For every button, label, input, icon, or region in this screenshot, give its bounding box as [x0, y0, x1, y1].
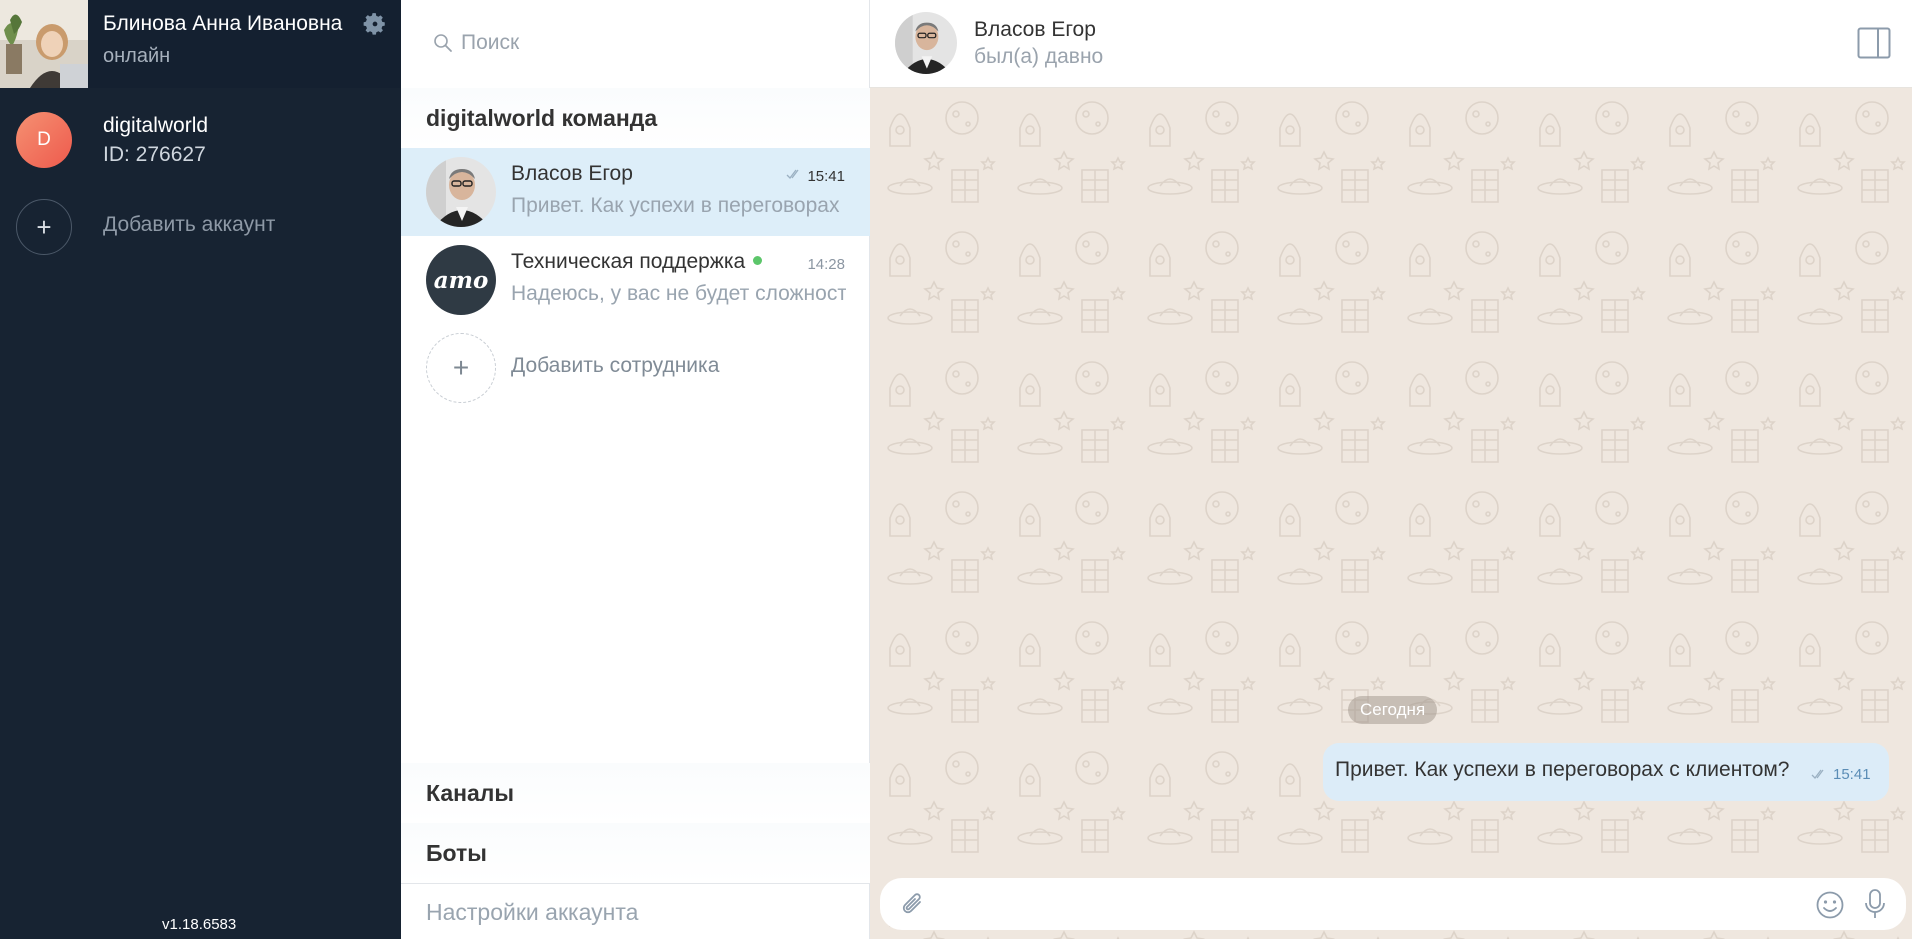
add-account-button[interactable]: + Добавить аккаунт — [0, 197, 401, 281]
account-id: ID: 276627 — [103, 143, 206, 166]
conversation-header: Власов Егор был(а) давно — [870, 0, 1912, 88]
message-bubble-outgoing[interactable]: Привет. Как успехи в переговорах с клиен… — [1323, 743, 1889, 801]
chat-time: 15:41 — [807, 168, 845, 185]
double-check-icon — [786, 169, 799, 179]
app-version: v1.18.6583 — [162, 916, 237, 933]
chat-list-panel: digitalworld команда Власов Егор 15:41 П… — [401, 0, 870, 939]
chat-name: Техническая поддержка — [511, 250, 763, 274]
conversation-status: был(а) давно — [974, 45, 1104, 68]
message-time: 15:41 — [1833, 766, 1871, 783]
profile-name: Блинова Анна Ивановна — [103, 12, 343, 35]
plus-icon: + — [16, 199, 72, 255]
message-input[interactable] — [940, 888, 1800, 920]
emoji-icon[interactable] — [1815, 890, 1845, 920]
chat-preview: Привет. Как успехи в переговорах с клиен… — [511, 194, 846, 217]
chat-name: Власов Егор — [511, 162, 633, 185]
doodle-background — [870, 88, 1912, 939]
chat-avatar: amo — [426, 245, 496, 315]
chat-name-text: Техническая поддержка — [511, 250, 746, 273]
date-badge: Сегодня — [1348, 696, 1438, 724]
account-item-digitalworld[interactable]: D digitalworld ID: 276627 — [0, 98, 401, 182]
add-account-label: Добавить аккаунт — [103, 213, 276, 236]
section-team[interactable]: digitalworld команда — [401, 88, 870, 148]
plus-icon: + — [426, 333, 496, 403]
accounts-sidebar: Блинова Анна Ивановна онлайн D digitalwo… — [0, 0, 401, 939]
chat-item-support[interactable]: amo Техническая поддержка 14:28 Надеюсь,… — [401, 236, 870, 324]
message-text: Привет. Как успехи в переговорах с клиен… — [1335, 758, 1790, 781]
section-bots[interactable]: Боты — [401, 823, 870, 883]
microphone-icon[interactable] — [1864, 888, 1886, 920]
side-panel-icon[interactable] — [1857, 27, 1891, 59]
chat-preview: Надеюсь, у вас не будет сложностей — [511, 282, 846, 305]
conversation-avatar[interactable] — [895, 12, 957, 74]
chat-avatar — [426, 157, 496, 227]
section-channels[interactable]: Каналы — [401, 763, 870, 823]
double-check-icon — [1811, 769, 1824, 779]
paperclip-icon[interactable] — [900, 891, 926, 919]
profile-header: Блинова Анна Ивановна онлайн — [0, 0, 401, 88]
add-employee-button[interactable]: + Добавить сотрудника — [401, 324, 870, 412]
gear-icon[interactable] — [362, 11, 388, 37]
search-icon — [434, 34, 452, 52]
search-input[interactable] — [461, 26, 841, 60]
chat-time: 14:28 — [807, 256, 845, 273]
search-bar — [401, 0, 870, 88]
conversation-panel: Власов Егор был(а) давно Сегодня Привет.… — [870, 0, 1912, 939]
message-composer — [880, 878, 1906, 930]
chat-item-vlasov[interactable]: Власов Егор 15:41 Привет. Как успехи в п… — [401, 148, 870, 236]
message-area: Сегодня Привет. Как успехи в переговорах… — [870, 88, 1912, 939]
add-employee-label: Добавить сотрудника — [511, 354, 720, 377]
conversation-name: Власов Егор — [974, 18, 1096, 41]
profile-avatar[interactable] — [0, 0, 88, 88]
amo-logo: amo — [433, 266, 489, 294]
account-avatar: D — [16, 112, 72, 168]
online-indicator — [753, 255, 763, 265]
account-name: digitalworld — [103, 114, 209, 137]
account-settings-link[interactable]: Настройки аккаунта — [401, 883, 870, 939]
profile-status: онлайн — [103, 45, 171, 67]
